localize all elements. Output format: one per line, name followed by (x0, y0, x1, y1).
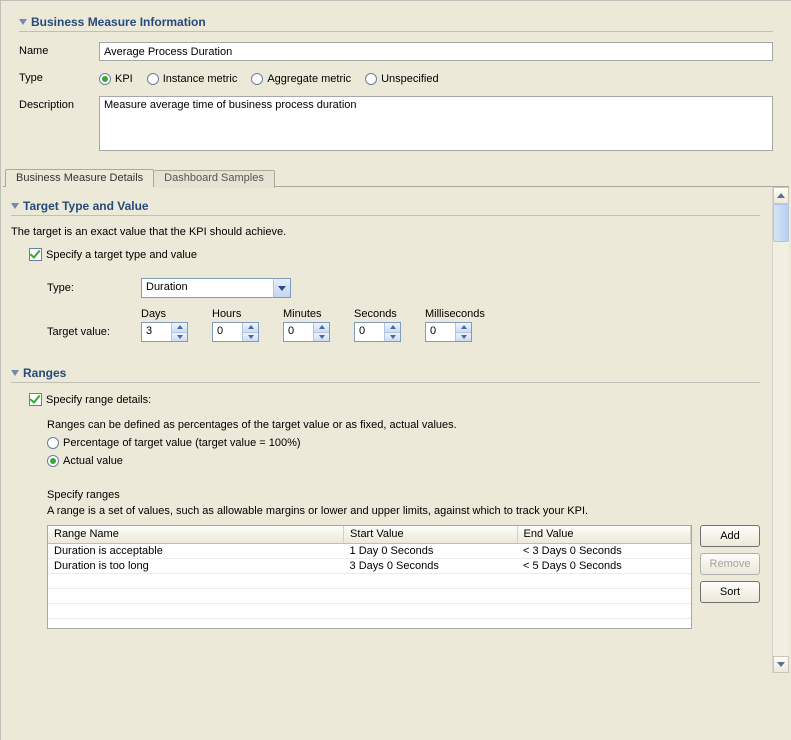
type-radio-aggregate[interactable] (251, 73, 263, 85)
range-percent-label: Percentage of target value (target value… (63, 437, 301, 449)
scroll-thumb[interactable] (773, 204, 789, 242)
section-title: Ranges (23, 366, 66, 380)
table-row[interactable]: Duration is acceptable 1 Day 0 Seconds <… (48, 543, 691, 558)
col-range-name[interactable]: Range Name (48, 526, 344, 543)
section-title: Business Measure Information (31, 15, 206, 29)
col-end-value[interactable]: End Value (517, 526, 690, 543)
spinner-up-icon[interactable] (243, 323, 258, 333)
type-radio-aggregate-label: Aggregate metric (267, 73, 351, 85)
specify-range-label: Specify range details: (46, 394, 151, 406)
col-start-value[interactable]: Start Value (344, 526, 517, 543)
collapse-icon[interactable] (11, 370, 19, 376)
remove-button[interactable]: Remove (700, 553, 760, 575)
range-actual-label: Actual value (63, 455, 123, 467)
seconds-spinner[interactable]: 0 (354, 322, 401, 342)
scroll-up-icon[interactable] (773, 187, 789, 204)
type-radio-instance-label: Instance metric (163, 73, 238, 85)
specify-target-checkbox[interactable] (29, 248, 42, 261)
type-radio-unspecified[interactable] (365, 73, 377, 85)
table-row[interactable]: Duration is too long 3 Days 0 Seconds < … (48, 558, 691, 573)
type-radio-instance[interactable] (147, 73, 159, 85)
target-description: The target is an exact value that the KP… (11, 226, 760, 238)
dropdown-icon (273, 279, 290, 297)
description-label: Description (19, 96, 99, 111)
ms-spinner[interactable]: 0 (425, 322, 472, 342)
type-radio-unspecified-label: Unspecified (381, 73, 438, 85)
description-input[interactable]: Measure average time of business process… (99, 96, 773, 151)
collapse-icon[interactable] (11, 203, 19, 209)
tab-details[interactable]: Business Measure Details (5, 169, 154, 187)
target-value-label: Target value: (47, 326, 121, 342)
target-type-value: Duration (142, 279, 273, 297)
days-spinner[interactable]: 3 (141, 322, 188, 342)
minutes-label: Minutes (283, 308, 330, 320)
spinner-up-icon[interactable] (172, 323, 187, 333)
type-radio-kpi[interactable] (99, 73, 111, 85)
range-desc-text: A range is a set of values, such as allo… (47, 505, 760, 517)
section-business-measure-info: Business Measure Information (19, 15, 773, 32)
days-label: Days (141, 308, 188, 320)
seconds-label: Seconds (354, 308, 401, 320)
name-input[interactable] (99, 42, 773, 61)
ms-label: Milliseconds (425, 308, 485, 320)
minutes-spinner[interactable]: 0 (283, 322, 330, 342)
tab-dashboard[interactable]: Dashboard Samples (154, 170, 275, 188)
spinner-up-icon[interactable] (456, 323, 471, 333)
ranges-table[interactable]: Range Name Start Value End Value Duratio… (47, 525, 692, 629)
table-row[interactable] (48, 588, 691, 603)
section-ranges: Ranges (11, 366, 760, 383)
type-label: Type (19, 69, 99, 84)
spinner-down-icon[interactable] (314, 333, 329, 342)
add-button[interactable]: Add (700, 525, 760, 547)
specify-target-label: Specify a target type and value (46, 249, 197, 261)
scrollbar[interactable] (772, 187, 789, 673)
spinner-down-icon[interactable] (385, 333, 400, 342)
scroll-down-icon[interactable] (773, 656, 789, 673)
specify-ranges-heading: Specify ranges (47, 489, 760, 501)
target-type-label: Type: (47, 282, 121, 294)
spinner-down-icon[interactable] (456, 333, 471, 342)
table-row[interactable] (48, 573, 691, 588)
ranges-desc: Ranges can be defined as percentages of … (47, 419, 760, 431)
target-type-select[interactable]: Duration (141, 278, 291, 298)
section-target: Target Type and Value (11, 199, 760, 216)
spinner-up-icon[interactable] (314, 323, 329, 333)
spinner-down-icon[interactable] (243, 333, 258, 342)
collapse-icon[interactable] (19, 19, 27, 25)
spinner-down-icon[interactable] (172, 333, 187, 342)
range-actual-radio[interactable] (47, 455, 59, 467)
type-radio-kpi-label: KPI (115, 73, 133, 85)
range-percent-radio[interactable] (47, 437, 59, 449)
table-row[interactable] (48, 603, 691, 618)
spinner-up-icon[interactable] (385, 323, 400, 333)
section-title: Target Type and Value (23, 199, 149, 213)
hours-spinner[interactable]: 0 (212, 322, 259, 342)
hours-label: Hours (212, 308, 259, 320)
specify-range-checkbox[interactable] (29, 393, 42, 406)
tab-bar: Business Measure Details Dashboard Sampl… (3, 168, 789, 187)
sort-button[interactable]: Sort (700, 581, 760, 603)
name-label: Name (19, 42, 99, 57)
